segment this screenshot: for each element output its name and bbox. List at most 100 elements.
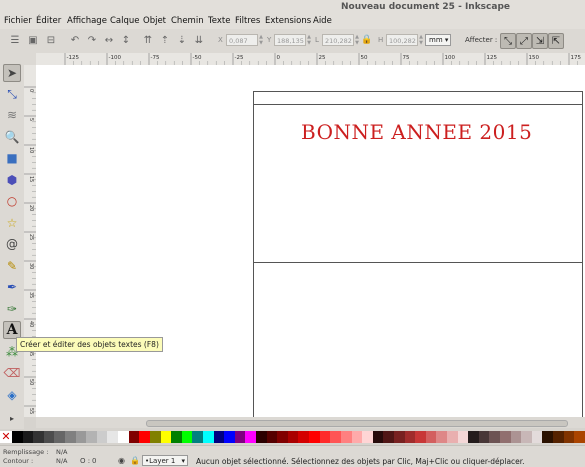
- selector-tool-icon[interactable]: ➤: [3, 64, 21, 82]
- color-swatch[interactable]: [277, 431, 288, 443]
- color-swatch[interactable]: [75, 431, 87, 443]
- flip-horizontal-icon[interactable]: ↔: [102, 33, 116, 47]
- color-swatch[interactable]: [160, 431, 172, 443]
- color-swatch[interactable]: [393, 431, 405, 443]
- lower-icon[interactable]: ⇣: [175, 33, 189, 47]
- color-swatch[interactable]: [553, 431, 564, 443]
- color-swatch[interactable]: [149, 431, 161, 443]
- lock-ratio-icon[interactable]: 🔒: [360, 33, 374, 47]
- color-swatch[interactable]: [245, 431, 257, 443]
- color-swatch[interactable]: [351, 431, 363, 443]
- 3d-box-tool-icon[interactable]: ⬢: [3, 171, 21, 189]
- x-spin-icon[interactable]: ▲ ▼: [258, 34, 264, 46]
- color-swatch[interactable]: [181, 431, 193, 443]
- scale-corners-icon[interactable]: ⤢: [516, 33, 532, 49]
- color-swatch[interactable]: [128, 431, 140, 443]
- select-all-icon[interactable]: ☰: [8, 33, 22, 47]
- color-swatch[interactable]: [224, 431, 235, 443]
- color-swatch[interactable]: [298, 431, 310, 443]
- color-swatch[interactable]: [234, 431, 246, 443]
- flip-vertical-icon[interactable]: ↕: [119, 33, 133, 47]
- star-tool-icon[interactable]: ☆: [3, 214, 21, 232]
- pen-tool-icon[interactable]: ✒: [3, 278, 21, 296]
- deselect-icon[interactable]: ⊟: [44, 33, 58, 47]
- rectangle-tool-icon[interactable]: ■: [3, 149, 21, 167]
- color-swatch[interactable]: [362, 431, 373, 443]
- menu-extensions[interactable]: Extensions: [265, 16, 311, 26]
- scale-stroke-icon[interactable]: ⤡: [500, 33, 516, 49]
- menu-calque[interactable]: Calque: [110, 16, 140, 26]
- color-swatch[interactable]: [86, 431, 97, 443]
- eraser-tool-icon[interactable]: ⌫: [3, 364, 21, 382]
- w-input[interactable]: 210,282: [322, 34, 354, 46]
- opacity-value[interactable]: 0: [92, 457, 96, 465]
- color-swatch[interactable]: [457, 431, 469, 443]
- horizontal-scrollbar[interactable]: [36, 417, 585, 428]
- menu-fichier[interactable]: Fichier: [4, 16, 32, 26]
- pencil-tool-icon[interactable]: ✎: [3, 257, 21, 275]
- color-swatch[interactable]: [266, 431, 278, 443]
- document-page[interactable]: BONNE ANNEE 2015: [253, 91, 583, 417]
- transform-gradients-icon[interactable]: ⇲: [532, 33, 548, 49]
- color-swatch[interactable]: [415, 431, 426, 443]
- color-swatch[interactable]: [171, 431, 182, 443]
- transform-patterns-icon[interactable]: ⇱: [548, 33, 564, 49]
- menu-filtres[interactable]: Filtres: [235, 16, 260, 26]
- color-swatch[interactable]: [22, 431, 34, 443]
- greeting-text[interactable]: BONNE ANNEE 2015: [301, 120, 532, 144]
- y-input[interactable]: 188,135: [274, 34, 306, 46]
- tweak-tool-icon[interactable]: ≋: [3, 106, 21, 124]
- color-swatch[interactable]: [118, 431, 129, 443]
- menu-chemin[interactable]: Chemin: [171, 16, 204, 26]
- color-swatch[interactable]: [213, 431, 225, 443]
- unit-select[interactable]: mm ▾: [425, 34, 451, 46]
- color-swatch[interactable]: [563, 431, 575, 443]
- more-tools-icon[interactable]: ▸: [3, 409, 21, 427]
- drawing-canvas[interactable]: BONNE ANNEE 2015: [36, 65, 585, 417]
- color-swatch[interactable]: [287, 431, 299, 443]
- color-swatch[interactable]: [436, 431, 447, 443]
- h-spin-icon[interactable]: ▲ ▼: [418, 34, 424, 46]
- color-swatch[interactable]: [33, 431, 44, 443]
- color-swatch[interactable]: [574, 431, 585, 443]
- raise-icon[interactable]: ⇡: [158, 33, 172, 47]
- stroke-value[interactable]: N/A: [56, 457, 68, 465]
- color-swatch[interactable]: [531, 431, 543, 443]
- select-all-layers-icon[interactable]: ▣: [26, 33, 40, 47]
- layer-lock-icon[interactable]: 🔒: [130, 456, 140, 465]
- color-swatch[interactable]: [404, 431, 416, 443]
- color-swatch[interactable]: [521, 431, 532, 443]
- color-swatch[interactable]: [425, 431, 437, 443]
- color-swatch[interactable]: [256, 431, 267, 443]
- zoom-tool-icon[interactable]: 🔍: [3, 128, 21, 146]
- calligraphy-tool-icon[interactable]: ✑: [3, 300, 21, 318]
- color-swatch[interactable]: [202, 431, 214, 443]
- color-swatch[interactable]: [500, 431, 511, 443]
- color-swatch[interactable]: [330, 431, 341, 443]
- paint-bucket-tool-icon[interactable]: ◈: [3, 386, 21, 404]
- fill-value[interactable]: N/A: [56, 448, 68, 456]
- h-input[interactable]: 100,282: [386, 34, 418, 46]
- color-swatch[interactable]: [139, 431, 150, 443]
- menu-affichage[interactable]: Affichage: [67, 16, 107, 26]
- x-input[interactable]: 0,087: [226, 34, 258, 46]
- color-swatch[interactable]: [192, 431, 203, 443]
- color-swatch[interactable]: [107, 431, 119, 443]
- color-swatch[interactable]: [468, 431, 479, 443]
- ellipse-tool-icon[interactable]: ○: [3, 192, 21, 210]
- rotate-ccw-icon[interactable]: ↶: [68, 33, 82, 47]
- layer-select[interactable]: •Layer 1 ▾: [142, 455, 188, 466]
- color-swatch[interactable]: [309, 431, 320, 443]
- no-paint-swatch[interactable]: ✕: [0, 431, 12, 443]
- y-spin-icon[interactable]: ▲ ▼: [306, 34, 312, 46]
- color-swatch[interactable]: [54, 431, 66, 443]
- menu-texte[interactable]: Texte: [208, 16, 230, 26]
- horizontal-scroll-thumb[interactable]: [146, 420, 568, 427]
- color-swatch[interactable]: [12, 431, 23, 443]
- color-swatch[interactable]: [372, 431, 384, 443]
- visibility-eye-icon[interactable]: ◉: [118, 456, 125, 465]
- rotate-cw-icon[interactable]: ↷: [85, 33, 99, 47]
- spiral-tool-icon[interactable]: @: [3, 235, 21, 253]
- color-swatch[interactable]: [43, 431, 55, 443]
- color-swatch[interactable]: [383, 431, 394, 443]
